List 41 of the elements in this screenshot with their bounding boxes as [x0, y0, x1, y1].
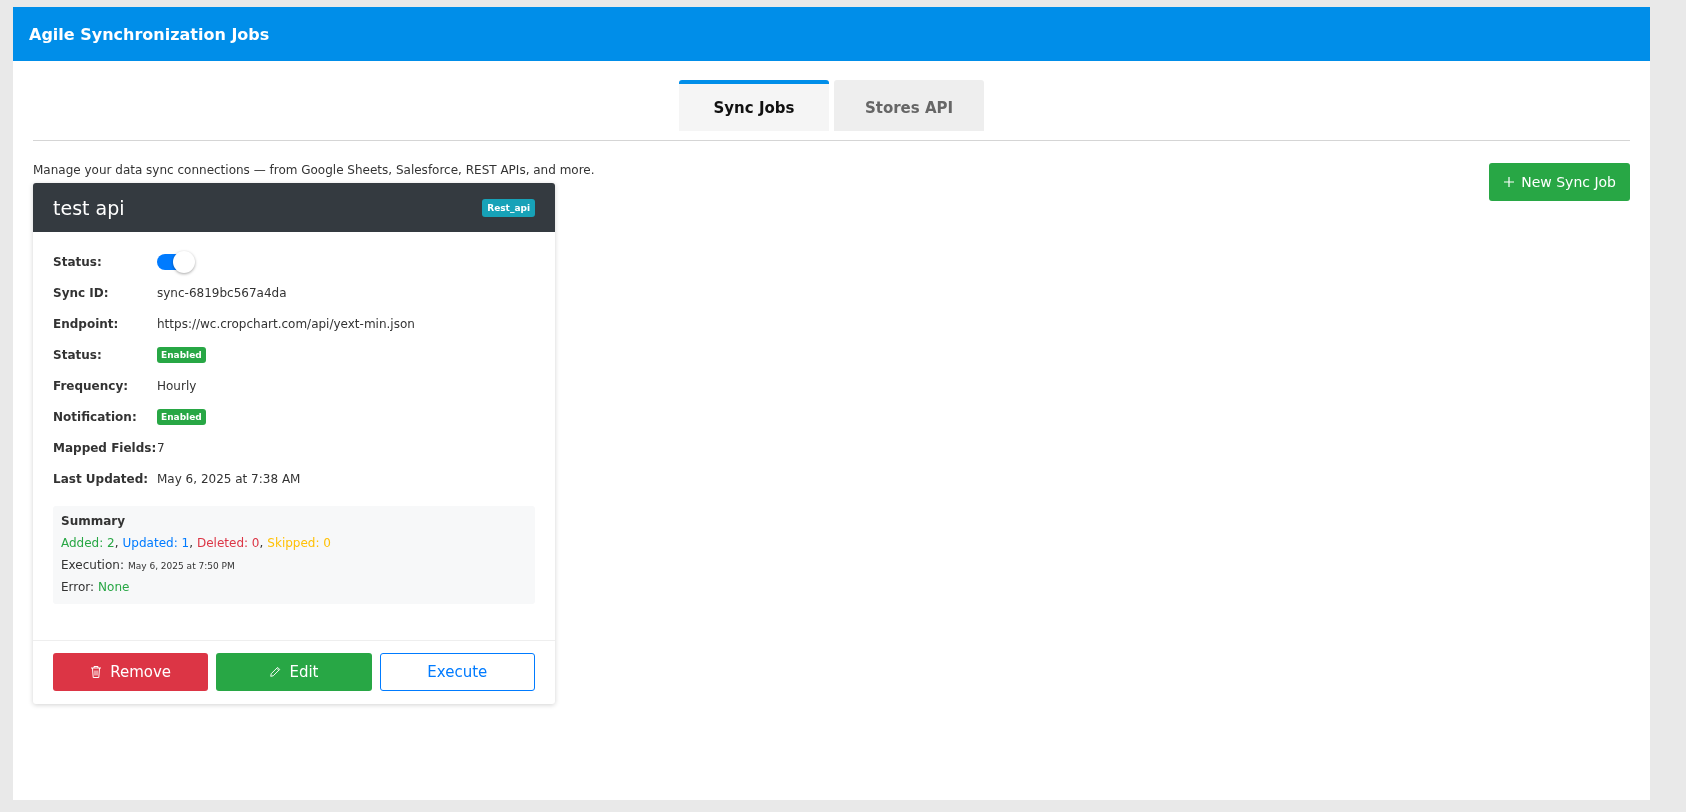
edit-button[interactable]: Edit [216, 653, 372, 691]
error-label: Error: [61, 580, 95, 594]
execute-button[interactable]: Execute [379, 653, 535, 691]
separator-text: , [259, 536, 264, 550]
trash-icon [90, 665, 103, 679]
separator-text: , [114, 536, 119, 550]
field-value: May 6, 2025 at 7:38 AM [157, 471, 301, 486]
job-title: test api [53, 196, 125, 219]
field-value: https://wc.cropchart.com/api/yext-min.json [157, 316, 415, 331]
summary-title: Summary [61, 514, 127, 528]
execution-value: May 6, 2025 at 7:50 PM [127, 561, 235, 571]
field-label: Last Updated: [53, 471, 150, 486]
remove-button[interactable]: Remove [53, 653, 209, 691]
count-text: Updated: 1 [122, 536, 190, 550]
execution-label: Execution: [61, 558, 124, 572]
field-value: 7 [157, 440, 165, 455]
tab[interactable]: Stores API [834, 80, 984, 131]
error-value: None [98, 580, 130, 594]
count-text: Skipped: 0 [267, 536, 331, 550]
tab[interactable]: Sync Jobs [679, 80, 829, 131]
field-label: Notification: [53, 409, 138, 424]
new-sync-job-button[interactable]: New Sync Job [1489, 163, 1630, 201]
plus-icon [1503, 176, 1516, 188]
field-label: Frequency: [53, 378, 130, 393]
field-label: Mapped Fields: [53, 440, 157, 455]
page-title: Agile Synchronization Jobs [29, 24, 270, 44]
field-label: Status: [53, 347, 103, 362]
status-badge: Enabled [157, 346, 206, 363]
field-label: Sync ID: [53, 285, 110, 300]
pencil-icon [269, 665, 282, 679]
status-toggle[interactable] [157, 253, 193, 270]
status-badge: Enabled [157, 408, 206, 425]
count-text: Deleted: 0 [196, 536, 260, 550]
field-label: Endpoint: [53, 316, 120, 331]
field-value: Hourly [157, 378, 197, 393]
count-text: Added: 2 [61, 536, 115, 550]
field-value: sync-6819bc567a4da [157, 285, 287, 300]
separator-text: , [189, 536, 193, 550]
description-text: Manage your data sync connections — from Google Sheets, Salesforce, REST APIs, and more. [33, 163, 595, 177]
field-label: Status: [53, 254, 103, 269]
type-badge: Rest_api [482, 198, 535, 217]
